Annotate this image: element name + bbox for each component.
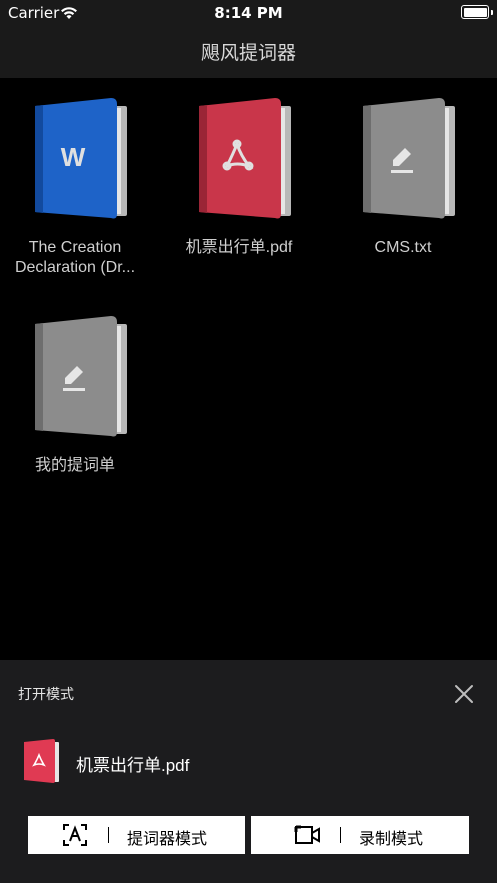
- svg-text:W: W: [61, 142, 86, 172]
- record-mode-button[interactable]: 录制模式: [251, 816, 469, 854]
- file-name: CMS.txt: [374, 239, 432, 256]
- text-frame-icon: [63, 824, 87, 846]
- pdf-document-icon: [199, 98, 291, 219]
- file-name: 机票出行单.pdf: [185, 239, 293, 256]
- file-name: 我的提词单: [34, 457, 115, 474]
- text-document-icon: [35, 316, 127, 437]
- file-item-txt[interactable]: 我的提词单: [0, 296, 150, 496]
- status-time: 8:14 PM: [214, 4, 283, 22]
- word-document-icon: W: [35, 98, 127, 219]
- teleprompter-mode-label: 提词器模式: [127, 829, 208, 848]
- video-camera-icon: [294, 825, 320, 844]
- status-bar: Carrier 8:14 PM: [0, 0, 497, 26]
- separator: [340, 827, 341, 843]
- teleprompter-mode-button[interactable]: 提词器模式: [28, 816, 245, 854]
- page-title: 飓风提词器: [200, 42, 296, 64]
- file-item-txt[interactable]: CMS.txt: [328, 78, 478, 278]
- close-button[interactable]: [452, 682, 476, 706]
- navigation-bar: 飓风提词器: [0, 26, 497, 78]
- file-name: The Creation Declaration (Dr...: [14, 239, 136, 276]
- selected-file-name: 机票出行单.pdf: [76, 756, 190, 775]
- close-icon: [455, 685, 473, 703]
- separator: [108, 827, 109, 843]
- open-mode-sheet: 打开模式 机票出行单.pdf 提词器模式 录制模式: [0, 660, 497, 883]
- sheet-title: 打开模式: [18, 687, 74, 703]
- battery-icon: [461, 5, 493, 19]
- record-mode-label: 录制模式: [359, 829, 424, 848]
- text-document-icon: [363, 98, 455, 219]
- file-grid: W The Creation Declaration (Dr... 机票出行单.…: [0, 78, 497, 660]
- file-item-word[interactable]: W The Creation Declaration (Dr...: [0, 78, 150, 278]
- pdf-document-icon: [24, 739, 59, 783]
- file-item-pdf[interactable]: 机票出行单.pdf: [164, 78, 314, 278]
